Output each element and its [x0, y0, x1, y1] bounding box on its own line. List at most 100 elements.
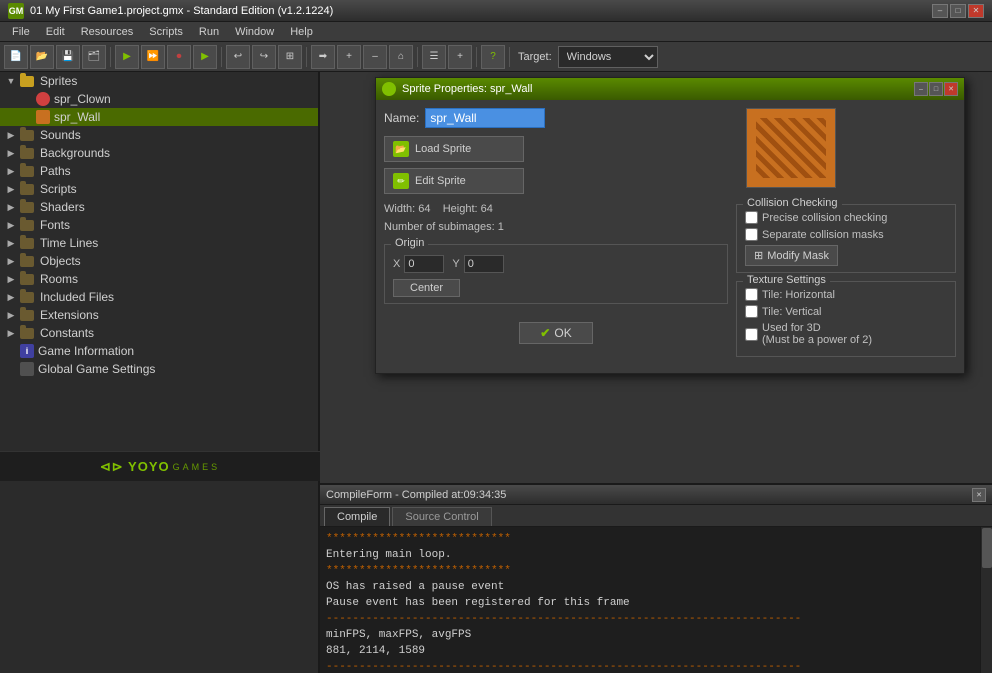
tb-save[interactable]: 💾	[56, 45, 80, 69]
sidebar-item-backgrounds[interactable]: ▶ Backgrounds	[0, 144, 318, 162]
sounds-folder-icon	[20, 129, 36, 141]
minimize-button[interactable]: –	[932, 4, 948, 18]
tb-home[interactable]: ⌂	[389, 45, 413, 69]
sidebar-item-timelines[interactable]: ▶ Time Lines	[0, 234, 318, 252]
tb-list[interactable]: ☰	[422, 45, 446, 69]
menu-run[interactable]: Run	[191, 24, 227, 40]
maximize-button[interactable]: □	[950, 4, 966, 18]
tb-zoom-out[interactable]: –	[363, 45, 387, 69]
used-3d-row: Used for 3D (Must be a power of 2)	[745, 322, 947, 346]
origin-x-input[interactable]	[404, 255, 444, 273]
game-info-spacer	[4, 344, 18, 358]
load-sprite-button[interactable]: 📂 Load Sprite	[384, 136, 524, 162]
sidebar-item-sounds[interactable]: ▶ Sounds	[0, 126, 318, 144]
precise-collision-row: Precise collision checking	[745, 211, 947, 224]
tb-sep6	[509, 47, 510, 67]
tile-v-label: Tile: Vertical	[762, 306, 822, 318]
sidebar-item-constants[interactable]: ▶ Constants	[0, 324, 318, 342]
timelines-toggle[interactable]: ▶	[4, 236, 18, 250]
tb-undo[interactable]: ↩	[226, 45, 250, 69]
tb-new[interactable]: 📄	[4, 45, 28, 69]
origin-y-input[interactable]	[464, 255, 504, 273]
sidebar-item-scripts[interactable]: ▶ Scripts	[0, 180, 318, 198]
close-button[interactable]: ✕	[968, 4, 984, 18]
target-dropdown[interactable]: Windows	[558, 46, 658, 68]
sidebar-item-extensions[interactable]: ▶ Extensions	[0, 306, 318, 324]
backgrounds-toggle[interactable]: ▶	[4, 146, 18, 160]
separate-masks-row: Separate collision masks	[745, 228, 947, 241]
modify-mask-button[interactable]: ⊞ Modify Mask	[745, 245, 838, 266]
sidebar-item-fonts[interactable]: ▶ Fonts	[0, 216, 318, 234]
tb-run2[interactable]: ▶	[193, 45, 217, 69]
sidebar-item-spr-wall[interactable]: spr_Wall	[0, 108, 318, 126]
paths-toggle[interactable]: ▶	[4, 164, 18, 178]
menu-resources[interactable]: Resources	[73, 24, 142, 40]
sidebar-item-global-settings[interactable]: Global Game Settings	[0, 360, 318, 378]
tab-source-control[interactable]: Source Control	[392, 507, 491, 526]
ok-button[interactable]: ✔ OK	[519, 322, 592, 344]
tb-open[interactable]: 📂	[30, 45, 54, 69]
edit-sprite-button[interactable]: ✏ Edit Sprite	[384, 168, 524, 194]
scrollbar-thumb[interactable]	[982, 528, 992, 568]
tb-grid[interactable]: ⊞	[278, 45, 302, 69]
compile-close-button[interactable]: ✕	[972, 488, 986, 502]
yoyo-logo: ⊲⊳ YOYO GAMES	[0, 451, 320, 481]
sidebar-item-included[interactable]: ▶ Included Files	[0, 288, 318, 306]
sidebar-item-shaders[interactable]: ▶ Shaders	[0, 198, 318, 216]
sounds-toggle[interactable]: ▶	[4, 128, 18, 142]
menu-window[interactable]: Window	[227, 24, 282, 40]
rooms-folder-icon	[20, 273, 36, 285]
rooms-toggle[interactable]: ▶	[4, 272, 18, 286]
edit-sprite-icon: ✏	[393, 173, 409, 189]
included-toggle[interactable]: ▶	[4, 290, 18, 304]
compile-scrollbar[interactable]	[980, 527, 992, 673]
sounds-label: Sounds	[40, 128, 81, 142]
menu-help[interactable]: Help	[282, 24, 321, 40]
sprites-folder-icon	[20, 75, 36, 87]
tb-add[interactable]: +	[448, 45, 472, 69]
tb-run[interactable]: ▶	[115, 45, 139, 69]
shaders-toggle[interactable]: ▶	[4, 200, 18, 214]
extensions-toggle[interactable]: ▶	[4, 308, 18, 322]
sidebar-item-rooms[interactable]: ▶ Rooms	[0, 270, 318, 288]
dialog-minimize[interactable]: –	[914, 82, 928, 96]
name-input[interactable]	[425, 108, 545, 128]
center-button[interactable]: Center	[393, 279, 460, 297]
menu-file[interactable]: File	[4, 24, 38, 40]
dialog-close[interactable]: ✕	[944, 82, 958, 96]
scripts-toggle[interactable]: ▶	[4, 182, 18, 196]
precise-collision-check[interactable]	[745, 211, 758, 224]
window-controls[interactable]: – □ ✕	[932, 4, 984, 18]
separate-masks-check[interactable]	[745, 228, 758, 241]
tb-redo[interactable]: ↪	[252, 45, 276, 69]
tile-v-check[interactable]	[745, 305, 758, 318]
sidebar-item-paths[interactable]: ▶ Paths	[0, 162, 318, 180]
sidebar-item-spr-clown[interactable]: spr_Clown	[0, 90, 318, 108]
dialog-right-panel: Collision Checking Precise collision che…	[736, 108, 956, 365]
tb-sep5	[476, 47, 477, 67]
used-3d-check[interactable]	[745, 328, 758, 341]
texture-group: Texture Settings Tile: Horizontal Tile: …	[736, 281, 956, 357]
extensions-folder-icon	[20, 309, 36, 321]
dialog-win-controls[interactable]: – □ ✕	[914, 82, 958, 96]
objects-toggle[interactable]: ▶	[4, 254, 18, 268]
compile-content[interactable]: ****************************Entering mai…	[320, 527, 992, 673]
tb-save-all[interactable]: 🗂	[82, 45, 106, 69]
tb-help[interactable]: ?	[481, 45, 505, 69]
menu-edit[interactable]: Edit	[38, 24, 73, 40]
menu-scripts[interactable]: Scripts	[141, 24, 191, 40]
tab-compile[interactable]: Compile	[324, 507, 390, 526]
tb-run-debug[interactable]: ⏩	[141, 45, 165, 69]
tb-stop[interactable]: ⏺	[167, 45, 191, 69]
tb-arrow[interactable]: ➡	[311, 45, 335, 69]
tb-zoom-in[interactable]: +	[337, 45, 361, 69]
sidebar-item-sprites[interactable]: ▼ Sprites	[0, 72, 318, 90]
dialog-maximize[interactable]: □	[929, 82, 943, 96]
sprites-toggle[interactable]: ▼	[4, 74, 18, 88]
sprite-preview-image	[756, 118, 826, 178]
sidebar-item-objects[interactable]: ▶ Objects	[0, 252, 318, 270]
constants-toggle[interactable]: ▶	[4, 326, 18, 340]
sidebar-item-game-info[interactable]: i Game Information	[0, 342, 318, 360]
tile-h-check[interactable]	[745, 288, 758, 301]
fonts-toggle[interactable]: ▶	[4, 218, 18, 232]
